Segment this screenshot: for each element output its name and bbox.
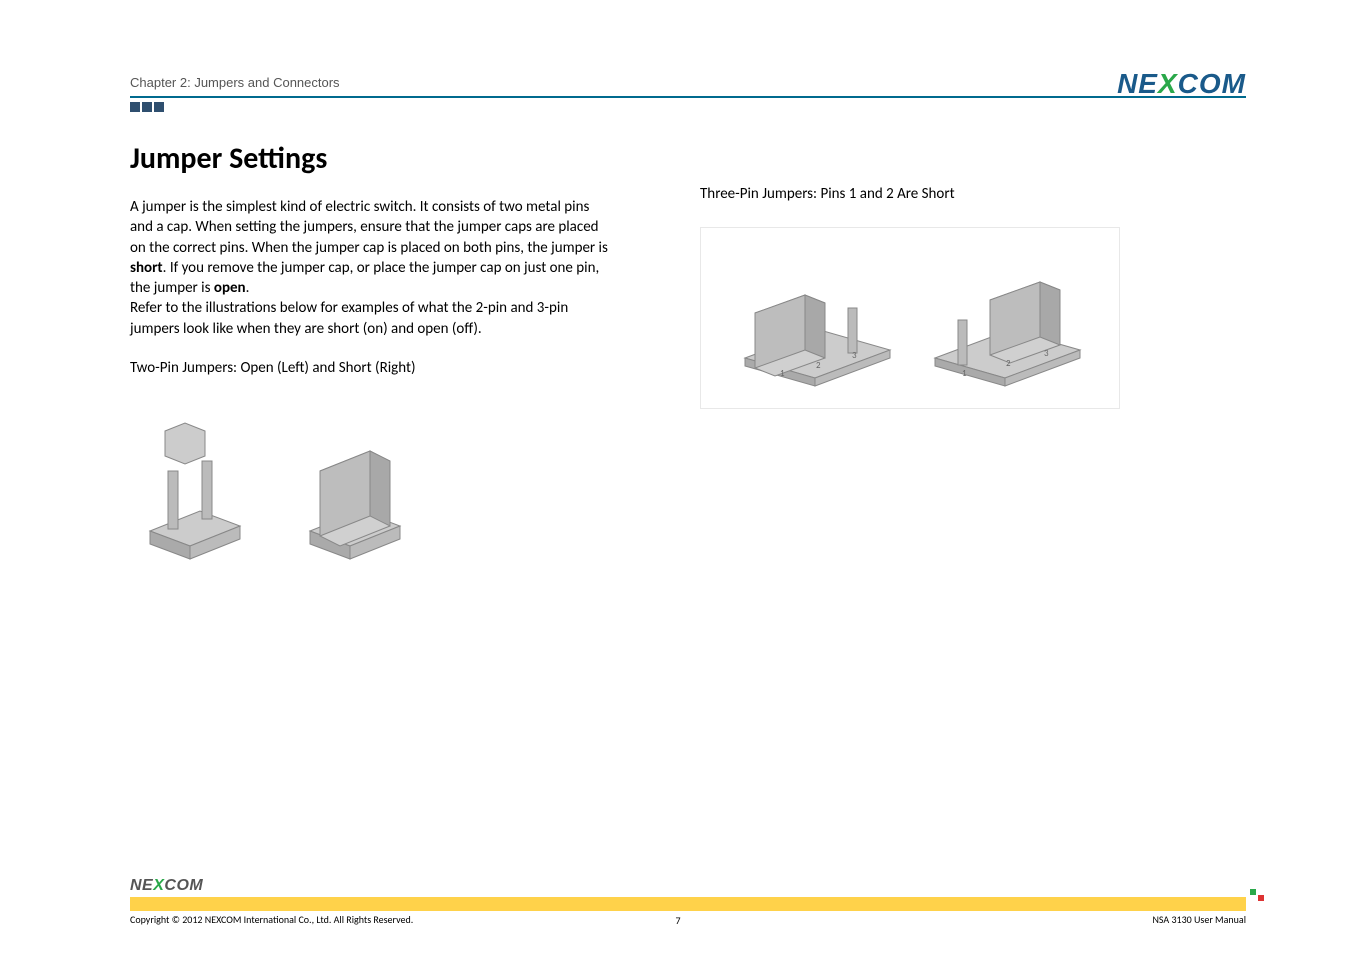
page-heading: Jumper Settings [130, 140, 610, 177]
decorative-ticks [130, 102, 1246, 112]
svg-text:3: 3 [1044, 348, 1049, 359]
three-pin-short-23-icon: 1 2 3 [920, 258, 1090, 388]
page-footer: NEXCOM Copyright © 2012 NEXCOM Internati… [0, 877, 1356, 926]
three-pin-short-12-icon: 1 2 3 [730, 258, 900, 388]
svg-text:1: 1 [780, 368, 785, 379]
svg-text:2: 2 [1006, 358, 1011, 369]
term-short: short [130, 259, 163, 277]
page-number: 7 [675, 914, 680, 927]
para-text-2: . If you remove the jumper cap, or place… [130, 259, 599, 297]
two-pin-short-icon [290, 401, 420, 561]
brand-logo-top: NEXCOM [1117, 68, 1246, 100]
svg-text:1: 1 [962, 368, 967, 379]
svg-text:3: 3 [852, 350, 857, 361]
three-pin-caption: Three-Pin Jumpers: Pins 1 and 2 Are Shor… [700, 185, 1180, 203]
two-pin-caption: Two-Pin Jumpers: Open (Left) and Short (… [130, 359, 610, 377]
copyright-text: Copyright © 2012 NEXCOM International Co… [130, 913, 413, 926]
para-text-1: A jumper is the simplest kind of electri… [130, 198, 608, 257]
footer-logo-com: COM [164, 877, 203, 894]
two-pin-open-icon [130, 401, 260, 561]
right-column: Three-Pin Jumpers: Pins 1 and 2 Are Shor… [700, 140, 1180, 561]
header-rule [130, 96, 1246, 98]
chapter-label: Chapter 2: Jumpers and Connectors [130, 75, 1246, 90]
para-text-4: Refer to the illustrations below for exa… [130, 299, 568, 337]
logo-x: X [1158, 68, 1178, 99]
two-pin-illustration-row [130, 401, 610, 561]
logo-ne: NE [1117, 68, 1158, 99]
footer-logo-x: X [153, 877, 164, 894]
para-text-3: . [246, 279, 250, 297]
left-column: Jumper Settings A jumper is the simplest… [130, 140, 610, 561]
brand-logo-footer: NEXCOM [130, 877, 1246, 895]
footer-bar [130, 897, 1246, 911]
intro-paragraph: A jumper is the simplest kind of electri… [130, 197, 610, 339]
three-pin-illustration-row: 1 2 3 1 2 [700, 227, 1120, 409]
term-open: open [214, 279, 246, 297]
footer-logo-ne: NE [130, 877, 153, 894]
logo-com: COM [1178, 68, 1246, 99]
doc-title: NSA 3130 User Manual [1152, 913, 1246, 926]
svg-text:2: 2 [816, 360, 821, 371]
footer-corner-mark [1250, 889, 1264, 901]
